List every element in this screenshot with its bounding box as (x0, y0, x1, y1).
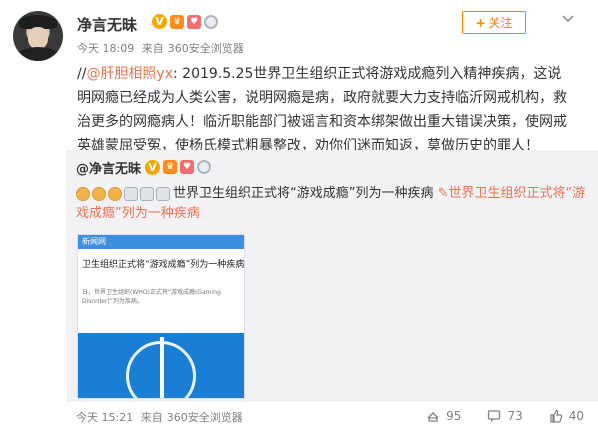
repost-source-prefix: 来自 (140, 411, 163, 424)
thumbnail-title: 卫生组织正式将“游戏成瘾”列为一种疾病 (82, 260, 245, 270)
author-badges: V ♛ ♥ (152, 14, 218, 29)
action-bar: 95 73 40 (426, 409, 584, 423)
repost-box: @净言无昧 V ♛ ♥ 世界卫生组织正式将“游戏成瘾”列为一种疾病 ✎世界卫生组… (66, 150, 598, 402)
like-count: 40 (568, 409, 584, 423)
repost-text: 世界卫生组织正式将“游戏成瘾”列为一种疾病 ✎世界卫生组织正式将“游戏成瘾”列为… (76, 184, 586, 224)
medal-emoji-icon (140, 186, 154, 201)
medal-emoji-icon (124, 186, 138, 201)
follow-label: 关注 (488, 16, 513, 30)
medal-emoji-icon (156, 186, 170, 201)
comment-icon (488, 410, 501, 422)
repost-meta: 今天 15:21 来自 360安全浏览器 (76, 409, 247, 425)
clap-emoji-icon (92, 186, 106, 201)
article-link-icon[interactable]: ✎ (438, 186, 449, 201)
verified-icon[interactable]: V (152, 14, 167, 29)
follow-button[interactable]: + 关注 (462, 11, 526, 34)
thumbnail-header: 新闻网 (78, 235, 244, 249)
post-time[interactable]: 今天 18:09 (77, 42, 134, 55)
author-avatar[interactable] (13, 11, 63, 61)
comment-count: 73 (507, 409, 523, 423)
repost-button[interactable]: 95 (426, 409, 461, 423)
repost-icon (427, 412, 439, 422)
thumbs-up-icon (550, 409, 562, 423)
level-icon[interactable] (204, 14, 218, 29)
repost-body: 世界卫生组织正式将“游戏成瘾”列为一种疾病 (173, 186, 434, 201)
post-source[interactable]: 360安全浏览器 (168, 42, 244, 55)
who-banner (78, 333, 244, 398)
repost-time[interactable]: 今天 15:21 (76, 411, 133, 424)
member-icon[interactable]: ♛ (163, 160, 178, 174)
source-prefix: 来自 (141, 42, 164, 55)
chevron-down-icon[interactable] (561, 12, 575, 26)
clap-emoji-icon (108, 186, 122, 201)
who-staff-icon (160, 337, 164, 398)
repost-source[interactable]: 360安全浏览器 (167, 411, 243, 424)
post-text: //@肝胆相照yx: 2019.5.25世界卫生组织正式将游戏成瘾列入精神疾病，… (77, 66, 567, 154)
repost-author-row: @净言无昧 V ♛ ♥ (76, 158, 212, 177)
mention-link[interactable]: @肝胆相照yx (86, 66, 173, 82)
post-meta: 今天 18:09 来自 360安全浏览器 (77, 40, 248, 56)
author-name[interactable]: 净言无昧 (77, 14, 137, 35)
like-button[interactable]: 40 (549, 409, 584, 423)
thumbnail-body: 日，世界卫生组织(WHO)正式将“游戏成瘾(Gaming Disorder)”列… (82, 289, 221, 305)
clap-emoji-icon (76, 186, 90, 201)
repost-author[interactable]: @净言无昧 (76, 158, 141, 177)
weibo-post: 净言无昧 V ♛ ♥ 今天 18:09 来自 360安全浏览器 + 关注 //@肝… (0, 0, 598, 427)
member-icon[interactable]: ♛ (170, 14, 184, 29)
medal-icon[interactable]: ♥ (187, 14, 201, 29)
comment-button[interactable]: 73 (487, 409, 523, 423)
medal-icon[interactable]: ♥ (180, 160, 195, 174)
level-icon[interactable] (197, 160, 212, 174)
emoji-row (76, 186, 170, 201)
article-thumbnail[interactable]: 新闻网 卫生组织正式将“游戏成瘾”列为一种疾病 日，世界卫生组织(WHO)正式将… (77, 234, 245, 399)
repost-count: 95 (446, 409, 462, 423)
plus-icon: + (475, 15, 486, 30)
verified-icon[interactable]: V (145, 160, 161, 175)
